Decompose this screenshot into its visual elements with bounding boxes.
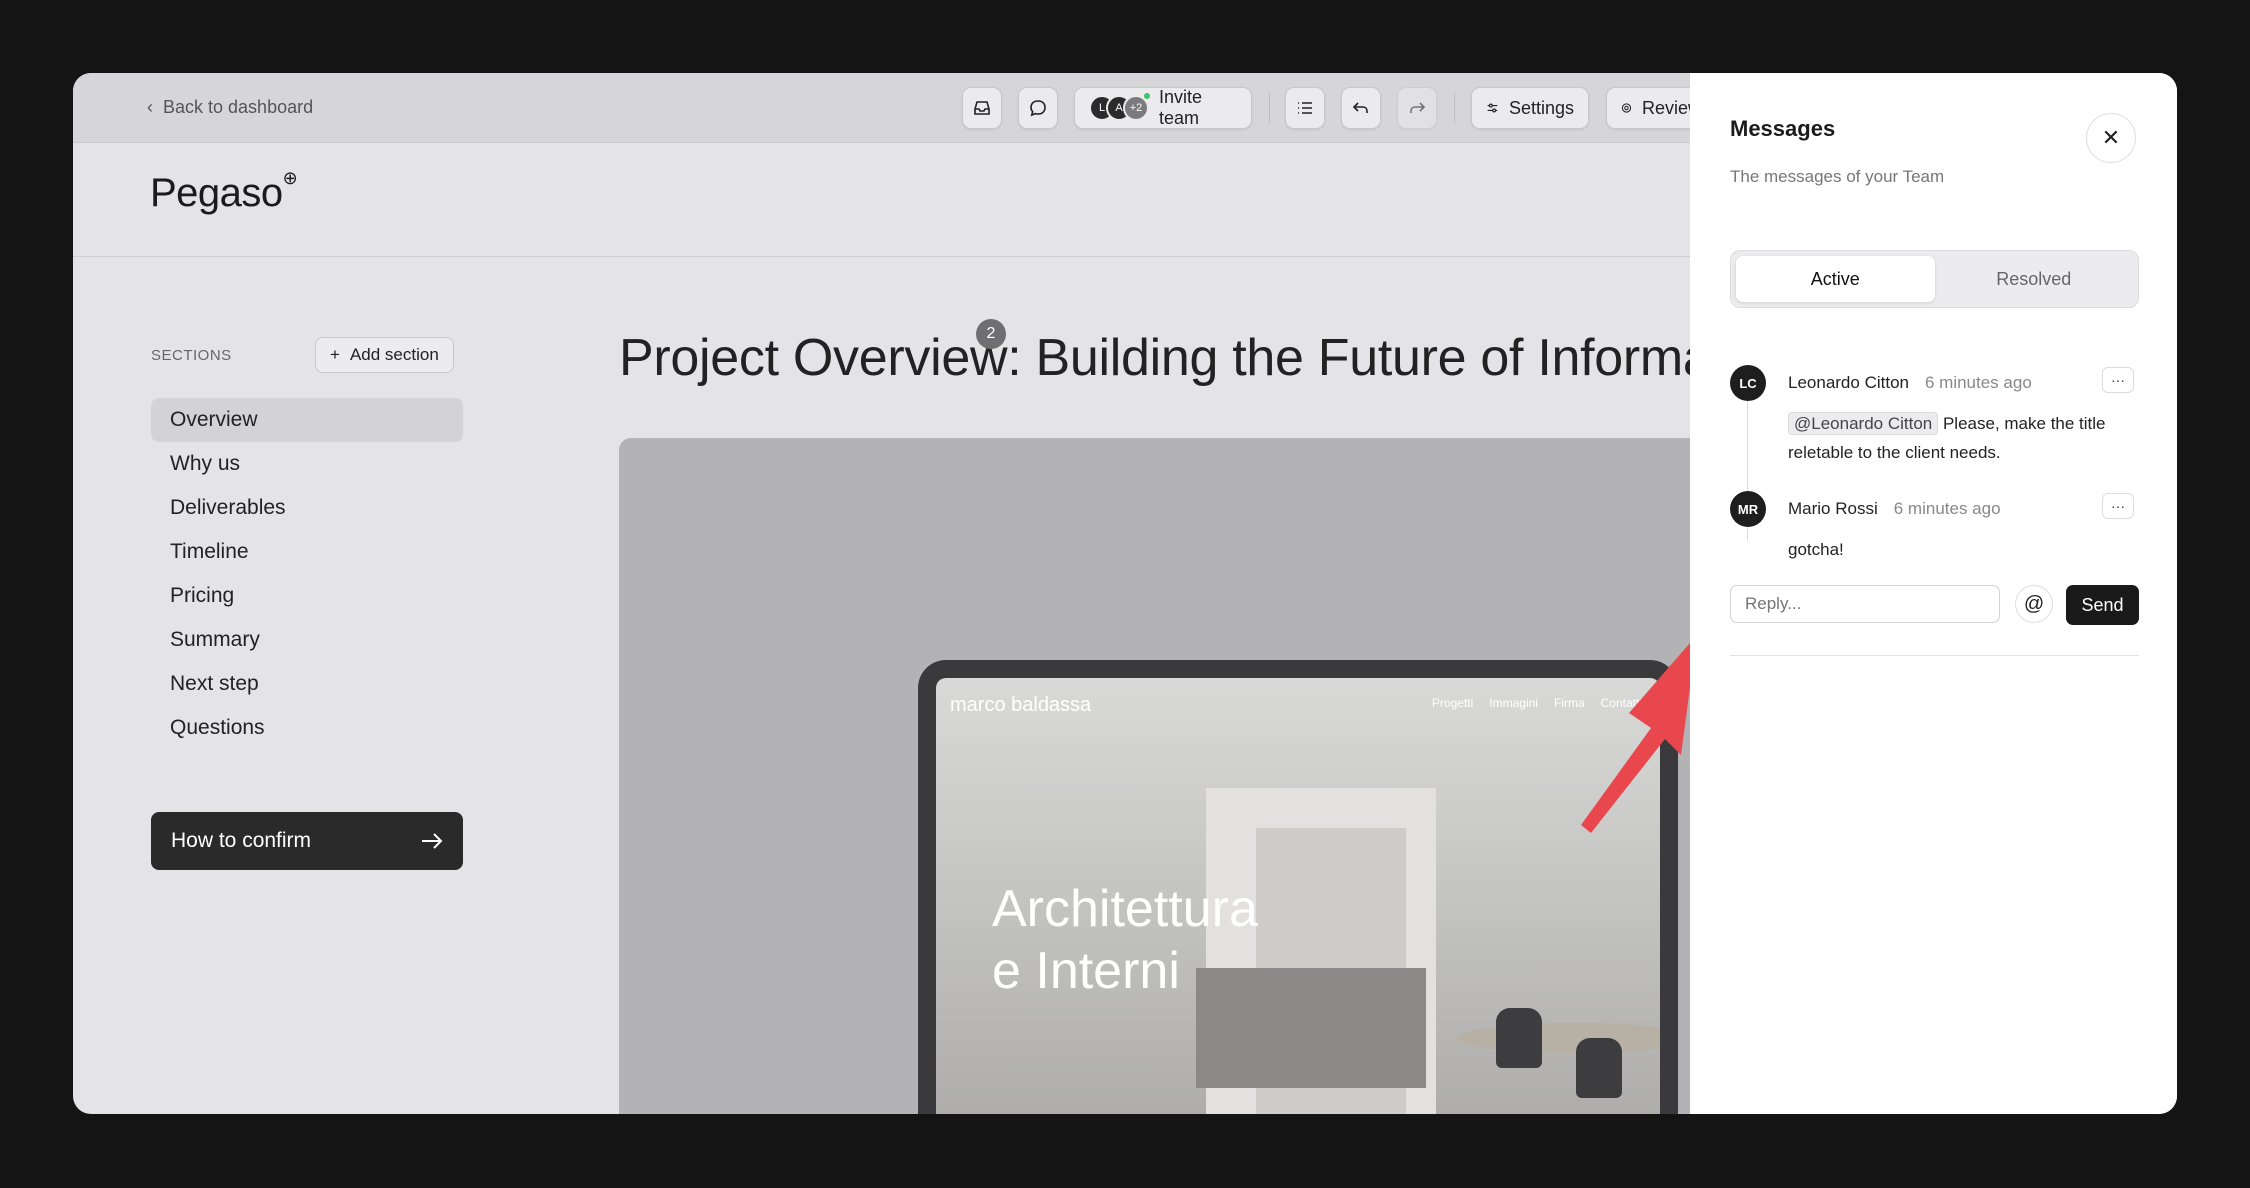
message-more-button[interactable]: ··· — [2102, 493, 2134, 519]
site-name: marco baldassa — [950, 694, 1092, 716]
nav-item-why-us[interactable]: Why us — [151, 442, 463, 486]
settings-button[interactable]: Settings — [1471, 87, 1589, 129]
inbox-icon — [974, 101, 990, 115]
redo-button[interactable] — [1397, 87, 1437, 129]
sections-heading: SECTIONS — [151, 347, 232, 364]
sliders-icon — [1487, 103, 1498, 113]
nav-item-timeline[interactable]: Timeline — [151, 530, 463, 574]
dining-table — [1456, 1023, 1660, 1053]
nav-item-pricing[interactable]: Pricing — [151, 574, 463, 618]
toolbar-divider — [1454, 93, 1455, 123]
brand-logo[interactable]: Pegaso⊕ — [150, 167, 298, 216]
chevron-left-icon: ‹ — [147, 97, 153, 117]
nav-item-questions[interactable]: Questions — [151, 706, 463, 750]
avatar: MR — [1730, 491, 1766, 527]
page-title[interactable]: Project Overview: Building the Future of… — [619, 328, 1726, 388]
nav-item-summary[interactable]: Summary — [151, 618, 463, 662]
tab-active[interactable]: Active — [1736, 256, 1935, 302]
site-nav-item: Immagini — [1489, 696, 1538, 710]
site-nav-item: Progetti — [1431, 696, 1474, 710]
close-icon: ✕ — [2101, 125, 2121, 150]
nav-item-overview[interactable]: Overview — [151, 398, 463, 442]
chair — [1576, 1038, 1622, 1098]
arrow-right-icon — [422, 833, 443, 849]
message-time: 6 minutes ago — [1924, 373, 2032, 392]
at-sign-icon: @ — [2023, 592, 2045, 615]
message-filter-tabs: Active Resolved — [1730, 250, 2139, 308]
site-headline-line: e Interni — [992, 942, 1180, 1000]
tablet-mockup: marco baldassa Progetti Immagini Firma C… — [918, 660, 1678, 1114]
list-icon — [1298, 102, 1312, 114]
team-avatars: L A +2 — [1089, 91, 1152, 121]
nav-item-deliverables[interactable]: Deliverables — [151, 486, 463, 530]
add-section-button[interactable]: + Add section — [315, 337, 454, 373]
message-author: Mario Rossi — [1788, 499, 1878, 518]
online-status-dot — [1142, 91, 1152, 101]
message-author: Leonardo Citton — [1788, 373, 1909, 392]
chair — [1496, 1008, 1542, 1068]
brand-mark-icon: ⊕ — [282, 167, 298, 188]
message-header: Leonardo Citton 6 minutes ago — [1788, 373, 2032, 393]
avatar: LC — [1730, 365, 1766, 401]
settings-label: Settings — [1508, 97, 1574, 118]
chat-bubble-icon — [1030, 100, 1046, 117]
message-text: gotcha! — [1788, 540, 1844, 559]
back-to-dashboard-link[interactable]: ‹ Back to dashboard — [147, 97, 313, 118]
message-body: @Leonardo Citton Please, make the title … — [1788, 409, 2138, 467]
messages-panel: Messages The messages of your Team ✕ Act… — [1690, 73, 2177, 1114]
red-arrow-annotation — [1581, 635, 1697, 833]
message-body: gotcha! — [1788, 535, 2138, 564]
tab-resolved[interactable]: Resolved — [1935, 256, 2134, 302]
mention-button[interactable]: @ — [2015, 585, 2053, 623]
header-divider — [73, 256, 1690, 257]
redo-icon — [1410, 102, 1426, 113]
invite-team-label: Invite team — [1159, 87, 1203, 128]
message-header: Mario Rossi 6 minutes ago — [1788, 499, 2001, 519]
inbox-button[interactable] — [962, 87, 1002, 129]
site-headline-line: Architettura — [992, 880, 1258, 938]
plus-icon: + — [330, 345, 340, 364]
nav-item-next-step[interactable]: Next step — [151, 662, 463, 706]
reply-input[interactable] — [1730, 585, 2000, 623]
app-window: ‹ Back to dashboard L A +2 Invite team S… — [73, 73, 2177, 1114]
section-nav: Overview Why us Deliverables Timeline Pr… — [151, 398, 463, 750]
message-time: 6 minutes ago — [1893, 499, 2001, 518]
how-to-confirm-button[interactable]: How to confirm — [151, 812, 463, 870]
outline-button[interactable] — [1285, 87, 1325, 129]
invite-team-button[interactable]: L A +2 Invite team — [1074, 87, 1252, 129]
comment-count-badge[interactable]: 2 — [976, 319, 1006, 349]
add-section-label: Add section — [349, 345, 439, 364]
mention-chip[interactable]: @Leonardo Citton — [1788, 412, 1939, 435]
panel-divider — [1730, 655, 2139, 656]
undo-icon — [1352, 102, 1368, 113]
messages-subtitle: The messages of your Team — [1730, 167, 1945, 186]
more-dots-icon: ··· — [2111, 372, 2125, 388]
brand-name: Pegaso — [150, 171, 283, 215]
send-button[interactable]: Send — [2066, 585, 2139, 625]
review-spiral-icon — [1621, 103, 1632, 113]
toolbar-divider — [1269, 93, 1270, 123]
back-label: Back to dashboard — [163, 97, 314, 117]
close-panel-button[interactable]: ✕ — [2086, 113, 2136, 163]
tablet-screen: marco baldassa Progetti Immagini Firma C… — [936, 678, 1660, 1114]
hero-image: marco baldassa Progetti Immagini Firma C… — [619, 438, 1719, 1114]
how-to-confirm-label: How to confirm — [171, 829, 312, 852]
messages-title: Messages — [1730, 116, 1836, 141]
undo-button[interactable] — [1341, 87, 1381, 129]
more-dots-icon: ··· — [2111, 498, 2125, 514]
comments-button[interactable] — [1018, 87, 1058, 129]
site-headline: Architettura e Interni — [992, 878, 1258, 1002]
message-more-button[interactable]: ··· — [2102, 367, 2134, 393]
